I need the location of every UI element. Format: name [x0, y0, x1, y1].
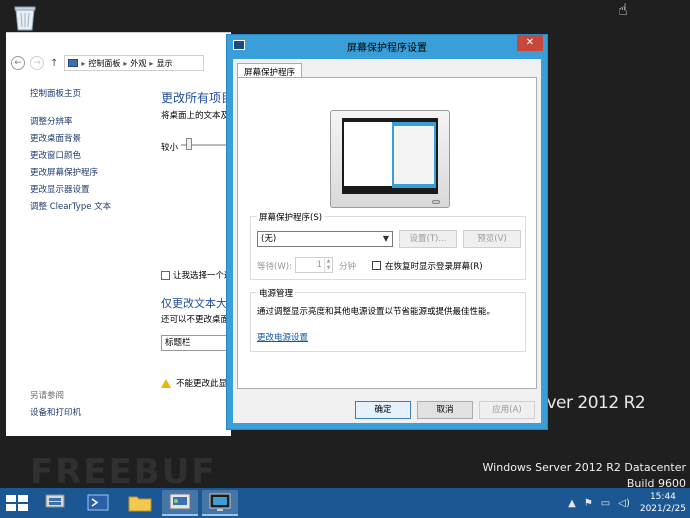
sidebar-link-background[interactable]: 更改桌面背景 [30, 132, 111, 149]
breadcrumb-appearance[interactable]: 外观 [130, 58, 146, 69]
text-size-heading: 仅更改文本大 [161, 297, 227, 310]
custom-size-checkbox[interactable] [161, 270, 170, 280]
warning-text: 不能更改此显示 [176, 379, 231, 389]
sidebar-link-resolution[interactable]: 调整分辨率 [30, 115, 111, 132]
taskbar: ▲ ⚑ ▭ ◁) 15:44 2021/2/25 [0, 488, 690, 518]
powershell-taskbar-button[interactable] [80, 490, 116, 516]
resume-logon-checkbox[interactable] [372, 261, 381, 270]
close-button[interactable]: ✕ [517, 35, 543, 51]
screensaver-dialog: 屏幕保护程序设置 ✕ 屏幕保护程序 屏幕保护程序(S) (无) ▼ 设置(T).… [226, 34, 548, 430]
preview-button[interactable]: 预览(V) [463, 230, 521, 248]
screensaver-taskbar-button[interactable] [202, 490, 238, 516]
network-icon[interactable]: ▭ [601, 498, 610, 509]
chevron-right-icon: ▸ [149, 58, 154, 68]
warning-icon [161, 378, 171, 388]
preview-dialog [392, 122, 436, 188]
wait-minutes-value: 1 [316, 260, 322, 270]
monitor-screen [342, 118, 438, 194]
up-button[interactable]: ↑ [50, 58, 58, 69]
page-heading: 更改所有项目 [161, 91, 231, 105]
cancel-button[interactable]: 取消 [417, 401, 473, 419]
screensaver-group: 屏幕保护程序(S) (无) ▼ 设置(T)... 预览(V) 等待(W): 1 … [250, 211, 526, 280]
resume-logon-label: 在恢复时显示登录屏幕(R) [385, 262, 483, 272]
chevron-right-icon: ▸ [81, 58, 86, 68]
tab-panel: 屏幕保护程序(S) (无) ▼ 设置(T)... 预览(V) 等待(W): 1 … [237, 77, 537, 389]
control-panel-taskbar-button[interactable] [162, 490, 198, 516]
settings-button[interactable]: 设置(T)... [399, 230, 457, 248]
screensaver-select-value: (无) [261, 234, 277, 244]
address-bar[interactable]: ▸ 控制面板 ▸ 外观 ▸ 显示 [64, 55, 205, 71]
dialog-titlebar[interactable]: 屏幕保护程序设置 ✕ [227, 35, 547, 57]
sidebar-link-display-settings[interactable]: 更改显示器设置 [30, 183, 111, 200]
start-button[interactable] [6, 495, 28, 511]
sidebar-home-link[interactable]: 控制面板主页 [30, 87, 111, 99]
text-element-select[interactable]: 标题栏 [161, 335, 231, 351]
wait-minutes-spinner[interactable]: 1 ▲ ▼ [295, 257, 333, 273]
control-panel-window: ← → ↑ ▸ 控制面板 ▸ 外观 ▸ 显示 控制面板主页 调整分辨率 更改桌面… [6, 32, 231, 436]
monitor-power-led [432, 200, 440, 204]
control-panel-main: 更改所有项目 将桌面上的文本及 较小 让我选择一个适 仅更改文本大 还可以不更改… [161, 89, 231, 429]
server-manager-icon [45, 494, 65, 508]
forward-button[interactable]: → [30, 56, 44, 70]
clock-time: 15:44 [649, 492, 676, 502]
power-description: 通过调整显示亮度和其他电源设置以节省能源或提供最佳性能。 [257, 307, 496, 317]
warning-row: 不能更改此显示 [161, 377, 231, 389]
devices-printers-link[interactable]: 设备和打印机 [30, 406, 81, 418]
breadcrumb-display[interactable]: 显示 [156, 58, 172, 69]
server-brand-text: rver 2012 R2 [540, 393, 646, 413]
sidebar-link-window-color[interactable]: 更改窗口颜色 [30, 149, 111, 166]
dialog-body: 屏幕保护程序 屏幕保护程序(S) (无) ▼ 设置(T)... 预览(V) 等待… [233, 59, 541, 423]
volume-icon[interactable]: ◁) [618, 498, 630, 509]
file-explorer-taskbar-button[interactable] [122, 490, 158, 516]
power-group-label: 电源管理 [257, 287, 296, 299]
system-tray: ▲ ⚑ ▭ ◁) 15:44 2021/2/25 [564, 488, 686, 518]
powershell-icon [87, 494, 109, 511]
freebuf-watermark: FREEBUF [30, 452, 217, 492]
dialog-title: 屏幕保护程序设置 [347, 43, 427, 54]
server-manager-taskbar-button[interactable] [38, 490, 74, 516]
recycle-bin-icon[interactable] [12, 4, 38, 32]
control-panel-icon [169, 493, 191, 510]
change-power-settings-link[interactable]: 更改电源设置 [257, 331, 308, 343]
breadcrumb-control-panel[interactable]: 控制面板 [88, 58, 120, 69]
folder-icon [128, 496, 152, 512]
control-panel-icon [68, 59, 79, 67]
minutes-label: 分钟 [339, 262, 357, 272]
size-slider-thumb[interactable] [186, 138, 192, 150]
clock-date: 2021/2/25 [639, 504, 686, 514]
address-bar-row: ← → ↑ ▸ 控制面板 ▸ 外观 ▸ 显示 [6, 53, 231, 73]
display-icon [209, 493, 231, 511]
custom-size-option[interactable]: 让我选择一个适 [161, 269, 231, 281]
sidebar-link-screensaver[interactable]: 更改屏幕保护程序 [30, 166, 111, 183]
chevron-up-icon[interactable]: ▲ [568, 498, 576, 509]
monitor-preview [330, 110, 450, 208]
wait-label: 等待(W): [257, 262, 292, 272]
control-panel-sidebar: 控制面板主页 调整分辨率 更改桌面背景 更改窗口颜色 更改屏幕保护程序 更改显示… [30, 87, 111, 418]
chevron-right-icon: ▸ [123, 58, 128, 68]
apply-button[interactable]: 应用(A) [479, 401, 535, 419]
flag-icon[interactable]: ⚑ [584, 498, 593, 509]
text-size-note: 还可以不更改桌面 [161, 315, 230, 325]
tab-screensaver[interactable]: 屏幕保护程序 [237, 63, 303, 78]
os-edition: Windows Server 2012 R2 Datacenter [482, 461, 686, 474]
screensaver-group-label: 屏幕保护程序(S) [257, 211, 325, 223]
clock[interactable]: 15:44 2021/2/25 [640, 491, 686, 515]
back-button[interactable]: ← [11, 56, 25, 70]
chevron-down-icon: ▼ [382, 234, 389, 243]
hand-cursor-icon: ☝ [618, 0, 628, 19]
spinner-arrows-icon[interactable]: ▲ ▼ [324, 258, 332, 272]
size-small-label: 较小 [161, 143, 179, 153]
screensaver-select[interactable]: (无) ▼ [257, 231, 393, 247]
ok-button[interactable]: 确定 [355, 401, 411, 419]
power-group: 电源管理 通过调整显示亮度和其他电源设置以节省能源或提供最佳性能。 更改电源设置 [250, 287, 526, 352]
page-subtext: 将桌面上的文本及 [161, 111, 230, 121]
see-also-label: 另请参阅 [30, 391, 65, 401]
sidebar-link-cleartype[interactable]: 调整 ClearType 文本 [30, 200, 111, 217]
custom-size-label: 让我选择一个适 [173, 271, 231, 281]
